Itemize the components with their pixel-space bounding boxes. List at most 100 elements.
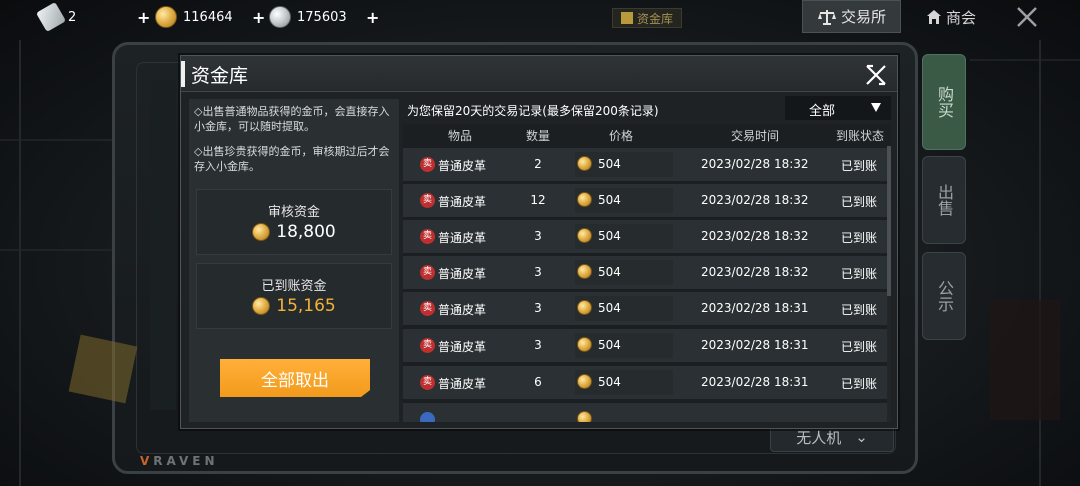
header-status: 到账状态 xyxy=(836,129,885,143)
table-row[interactable]: 卖 普通皮革 3 504 2023/02/28 18:32 已到账 xyxy=(403,220,891,253)
row-price: 504 xyxy=(598,157,621,171)
close-icon[interactable] xyxy=(1014,4,1040,30)
chevron-down-icon: ⌄ xyxy=(855,428,868,446)
records-title: 为您保留20天的交易记录(最多保留200条记录) xyxy=(407,104,659,118)
sell-badge xyxy=(420,412,435,422)
header-price: 价格 xyxy=(609,129,634,143)
row-qty: 6 xyxy=(534,375,542,389)
sell-badge: 卖 xyxy=(420,157,435,172)
shop-label: 商会 xyxy=(946,8,977,27)
row-time: 2023/02/28 18:32 xyxy=(701,229,809,243)
row-qty: 12 xyxy=(530,193,546,207)
withdraw-all-button[interactable]: 全部取出 xyxy=(220,359,370,397)
gold-coin-icon xyxy=(155,6,177,28)
table-header: 物品 数量 价格 交易时间 到账状态 xyxy=(403,124,891,146)
row-qty: 3 xyxy=(534,338,542,352)
row-qty: 2 xyxy=(534,157,542,171)
row-time: 2023/02/28 18:32 xyxy=(701,265,809,279)
silver-coin-icon xyxy=(269,6,291,28)
row-time: 2023/02/28 18:32 xyxy=(701,157,809,171)
scale-icon xyxy=(817,9,836,25)
header-time: 交易时间 xyxy=(731,129,780,143)
top-bar: 2 + 116464 + 175603 + 资金库 交易所 商会 xyxy=(0,0,1080,36)
ticket-resource: 2 xyxy=(35,1,77,33)
arrived-funds-row: 15,165 xyxy=(197,296,391,316)
row-status: 已到账 xyxy=(841,231,878,245)
note-normal-text: 出售普通物品获得的金币，会直接存入小金库，可以随时提取。 xyxy=(194,105,390,133)
dropdown-triangle-icon xyxy=(871,103,881,112)
fund-summary-panel: ◇出售普通物品获得的金币，会直接存入小金库，可以随时提取。 ◇出售珍贵获得的金币… xyxy=(189,99,399,422)
table-row[interactable]: 卖 普通皮革 3 504 2023/02/28 18:31 已到账 xyxy=(403,292,891,325)
add-silver-button[interactable]: + xyxy=(252,8,265,27)
header-item: 物品 xyxy=(448,129,473,143)
row-item: 普通皮革 xyxy=(438,303,487,317)
add-gold-button[interactable]: + xyxy=(137,8,150,27)
tab-notice-label: 公示 xyxy=(935,280,954,312)
note-precious-items: ◇出售珍贵获得的金币，审核期过后才会存入小金库。 xyxy=(194,144,398,174)
dialog-close-icon[interactable] xyxy=(864,63,888,87)
sell-badge: 卖 xyxy=(420,338,435,353)
row-status: 已到账 xyxy=(841,159,878,173)
row-qty: 3 xyxy=(534,265,542,279)
review-funds-label: 审核资金 xyxy=(267,205,320,220)
row-status: 已到账 xyxy=(841,267,878,281)
title-accent-bar xyxy=(181,61,185,87)
gold-coin-icon xyxy=(577,300,592,315)
tab-buy[interactable]: 购买 xyxy=(922,54,966,150)
dialog-title: 资金库 xyxy=(191,65,249,87)
gold-coin-icon xyxy=(577,374,592,389)
silver-resource: 175603 xyxy=(269,6,347,28)
arrived-funds-value: 15,165 xyxy=(276,296,336,316)
row-item: 普通皮革 xyxy=(438,231,487,245)
sell-badge: 卖 xyxy=(420,301,435,316)
table-row[interactable]: 卖 普通皮革 12 504 2023/02/28 18:32 已到账 xyxy=(403,184,891,217)
row-item: 普通皮革 xyxy=(438,195,487,209)
row-item: 普通皮革 xyxy=(438,377,487,391)
tab-sell[interactable]: 出售 xyxy=(922,156,966,244)
record-filter-select[interactable]: 全部 xyxy=(785,96,891,120)
row-qty: 3 xyxy=(534,301,542,315)
tab-notice[interactable]: 公示 xyxy=(922,252,966,340)
add-resource-button[interactable]: + xyxy=(366,8,379,27)
vault-shortcut-label: 资金库 xyxy=(637,11,674,26)
row-time: 2023/02/28 18:31 xyxy=(701,375,809,389)
row-price: 504 xyxy=(598,375,621,389)
vault-dialog: 资金库 ◇出售普通物品获得的金币，会直接存入小金库，可以随时提取。 ◇出售珍贵获… xyxy=(180,55,898,429)
gold-coin-icon xyxy=(577,337,592,352)
review-funds-row: 18,800 xyxy=(197,222,391,242)
row-status: 已到账 xyxy=(841,377,878,391)
gold-count: 116464 xyxy=(183,9,233,25)
raven-v-icon: V xyxy=(140,454,150,468)
row-item: 普通皮革 xyxy=(438,159,487,173)
table-row[interactable]: 卖 普通皮革 3 504 2023/02/28 18:32 已到账 xyxy=(403,256,891,289)
table-row[interactable]: 卖 普通皮革 2 504 2023/02/28 18:32 已到账 xyxy=(403,148,891,181)
row-price: 504 xyxy=(598,193,621,207)
review-funds-box: 审核资金 18,800 xyxy=(196,189,392,255)
row-time: 2023/02/28 18:31 xyxy=(701,301,809,315)
tab-buy-label: 购买 xyxy=(935,86,954,118)
row-price: 504 xyxy=(598,229,621,243)
table-row-partial[interactable] xyxy=(403,403,891,422)
exchange-label: 交易所 xyxy=(840,8,886,26)
row-status: 已到账 xyxy=(841,195,878,209)
silver-count: 175603 xyxy=(297,9,347,25)
exchange-button[interactable]: 交易所 xyxy=(802,0,901,33)
row-time: 2023/02/28 18:32 xyxy=(701,193,809,207)
ticket-icon xyxy=(35,1,67,33)
row-item: 普通皮革 xyxy=(438,267,487,281)
row-qty: 3 xyxy=(534,229,542,243)
vault-icon xyxy=(621,12,633,24)
header-qty: 数量 xyxy=(526,129,551,143)
sticky-note-decor xyxy=(68,334,138,404)
shop-button[interactable]: 商会 xyxy=(926,6,976,28)
ticket-count: 2 xyxy=(68,9,77,25)
row-status: 已到账 xyxy=(841,303,878,317)
table-row[interactable]: 卖 普通皮革 3 504 2023/02/28 18:31 已到账 xyxy=(403,329,891,362)
gold-coin-icon xyxy=(252,297,271,315)
tab-sell-label: 出售 xyxy=(935,184,954,216)
note-precious-text: 出售珍贵获得的金币，审核期过后才会存入小金库。 xyxy=(194,145,390,173)
scrollbar-thumb[interactable] xyxy=(887,146,891,296)
vault-shortcut[interactable]: 资金库 xyxy=(612,8,683,28)
table-row[interactable]: 卖 普通皮革 6 504 2023/02/28 18:31 已到账 xyxy=(403,366,891,399)
gold-resource: 116464 xyxy=(155,6,233,28)
